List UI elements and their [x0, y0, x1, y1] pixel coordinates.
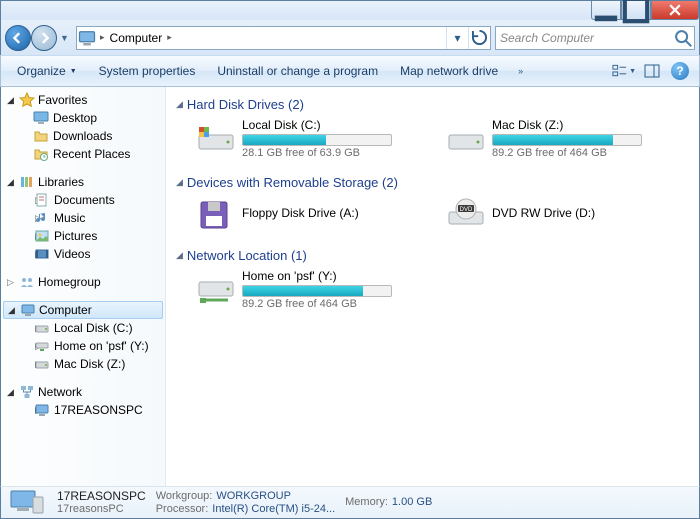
network-icon	[19, 384, 35, 400]
hdd-icon	[446, 121, 486, 157]
details-sub: 17reasonsPC	[57, 503, 146, 516]
details-name: 17REASONSPC	[57, 490, 146, 503]
organize-menu[interactable]: Organize▼	[7, 60, 87, 82]
sidebar-item-music[interactable]: ▷Music	[1, 209, 165, 227]
nav-forward-button[interactable]	[31, 25, 57, 51]
sidebar-homegroup[interactable]: ▷Homegroup	[1, 273, 165, 291]
pc-icon	[34, 402, 50, 418]
floppy-icon	[196, 196, 236, 232]
preview-pane-button[interactable]	[639, 60, 665, 82]
capacity-bar	[242, 285, 392, 297]
section-hdd[interactable]: ◢Hard Disk Drives (2)	[176, 97, 689, 112]
navigation-pane: ◢Favorites Desktop Downloads Recent Plac…	[1, 87, 166, 486]
capacity-bar	[242, 134, 392, 146]
desktop-icon	[33, 110, 49, 126]
nav-back-button[interactable]	[5, 25, 31, 51]
drive-dvd-d[interactable]: DVD DVD RW Drive (D:)	[446, 196, 676, 232]
sidebar-item-documents[interactable]: ▷Documents	[1, 191, 165, 209]
drive-floppy-a[interactable]: Floppy Disk Drive (A:)	[196, 196, 426, 232]
refresh-button[interactable]	[468, 27, 490, 49]
details-pane: 17REASONSPC 17reasonsPC Workgroup:WORKGR…	[0, 486, 700, 519]
section-removable[interactable]: ◢Devices with Removable Storage (2)	[176, 175, 689, 190]
search-icon	[672, 27, 694, 49]
breadcrumb-computer[interactable]: Computer	[108, 31, 165, 45]
drive-local-c[interactable]: Local Disk (C:)28.1 GB free of 63.9 GB	[196, 118, 426, 159]
network-drive-icon	[34, 338, 50, 354]
star-icon	[19, 92, 35, 108]
svg-text:DVD: DVD	[460, 207, 473, 213]
command-overflow[interactable]: »	[510, 66, 531, 76]
computer-icon	[20, 302, 36, 318]
capacity-bar	[492, 134, 642, 146]
drive-icon	[34, 356, 50, 372]
pictures-icon	[34, 228, 50, 244]
music-icon	[34, 210, 50, 226]
map-network-drive-button[interactable]: Map network drive	[390, 60, 508, 82]
window-maximize-button[interactable]	[621, 1, 651, 20]
homegroup-icon	[19, 274, 35, 290]
window-close-button[interactable]	[651, 1, 699, 20]
videos-icon	[34, 246, 50, 262]
sidebar-item-pictures[interactable]: ▷Pictures	[1, 227, 165, 245]
hdd-icon	[196, 121, 236, 157]
drive-icon	[34, 320, 50, 336]
network-drive-icon	[196, 272, 236, 308]
sidebar-item-macdisk[interactable]: ▷Mac Disk (Z:)	[1, 355, 165, 373]
libraries-icon	[19, 174, 35, 190]
uninstall-programs-button[interactable]: Uninstall or change a program	[207, 60, 388, 82]
nav-history-dropdown[interactable]: ▼	[57, 25, 72, 51]
address-dropdown[interactable]: ▾	[446, 27, 468, 49]
drive-mac-z[interactable]: Mac Disk (Z:)89.2 GB free of 464 GB	[446, 118, 676, 159]
sidebar-item-videos[interactable]: ▷Videos	[1, 245, 165, 263]
address-bar[interactable]: ▸ Computer ▸ ▾	[76, 26, 491, 50]
recent-icon	[33, 146, 49, 162]
documents-icon	[34, 192, 50, 208]
sidebar-libraries[interactable]: ◢Libraries	[1, 173, 165, 191]
drive-psf-y[interactable]: Home on 'psf' (Y:)89.2 GB free of 464 GB	[196, 269, 426, 310]
search-placeholder: Search Computer	[496, 31, 672, 45]
sidebar-computer[interactable]: ◢Computer	[3, 301, 163, 319]
sidebar-item-downloads[interactable]: Downloads	[1, 127, 165, 145]
breadcrumb-separator[interactable]: ▸	[164, 32, 175, 43]
section-network[interactable]: ◢Network Location (1)	[176, 248, 689, 263]
sidebar-item-desktop[interactable]: Desktop	[1, 109, 165, 127]
sidebar-item-networkpc[interactable]: ▷17REASONSPC	[1, 401, 165, 419]
sidebar-item-psfhome[interactable]: ▷Home on 'psf' (Y:)	[1, 337, 165, 355]
computer-icon	[7, 489, 47, 517]
content-area: ◢Hard Disk Drives (2) Local Disk (C:)28.…	[166, 87, 699, 486]
system-properties-button[interactable]: System properties	[89, 60, 206, 82]
breadcrumb-separator[interactable]: ▸	[97, 32, 108, 43]
sidebar-favorites[interactable]: ◢Favorites	[1, 91, 165, 109]
dvd-icon: DVD	[446, 196, 486, 232]
sidebar-network[interactable]: ◢Network	[1, 383, 165, 401]
help-button[interactable]: ?	[671, 62, 689, 80]
window-minimize-button[interactable]	[591, 1, 621, 20]
downloads-icon	[33, 128, 49, 144]
search-box[interactable]: Search Computer	[495, 26, 695, 50]
view-options-button[interactable]: ▼	[611, 60, 637, 82]
sidebar-item-recent[interactable]: Recent Places	[1, 145, 165, 163]
computer-icon	[77, 28, 97, 48]
sidebar-item-localdisk[interactable]: ▷Local Disk (C:)	[1, 319, 165, 337]
